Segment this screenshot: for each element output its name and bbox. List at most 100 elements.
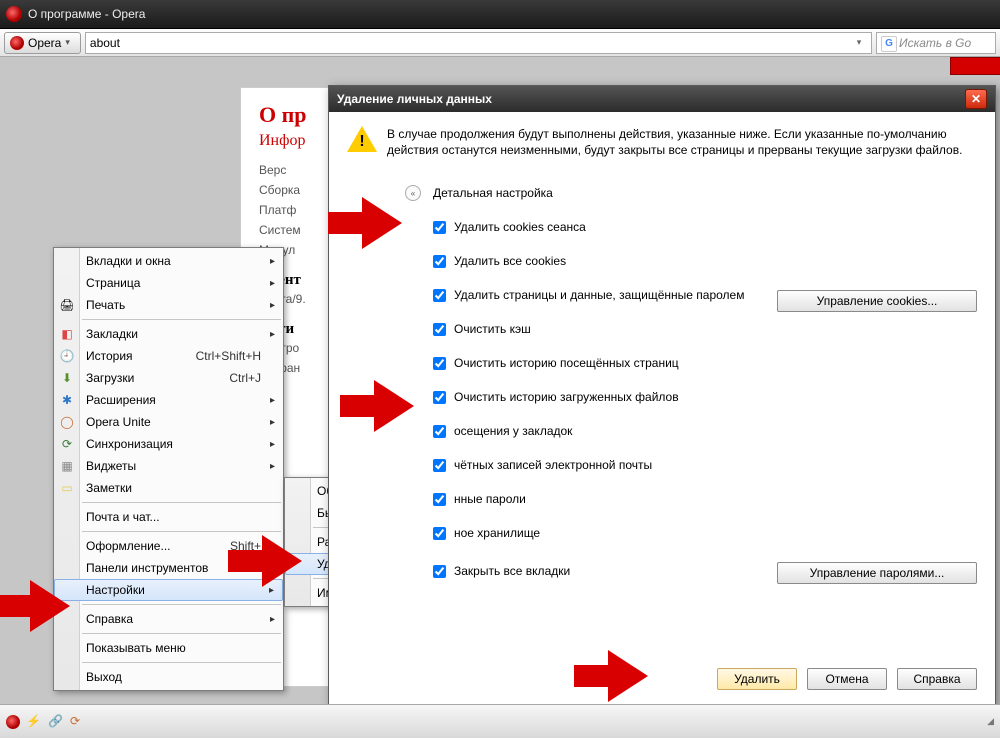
help-button[interactable]: Справка — [897, 668, 977, 690]
opera-main-menu: Вкладки и окна Страница 🖨Печать ◧ Закладки 🕘И… — [53, 247, 284, 691]
option-checkbox[interactable] — [433, 527, 446, 540]
menu-item-hotkey: Ctrl+Shift+H — [196, 349, 261, 363]
dialog-option-row: осещения у закладок — [433, 414, 977, 448]
chevron-down-icon: ▾ — [65, 37, 70, 48]
menu-item-label: Панели инструментов — [86, 561, 208, 575]
menu-item-label: Opera Unite — [86, 415, 151, 429]
option-label: чётных записей электронной почты — [454, 458, 652, 472]
turbo-icon[interactable]: ⚡ — [26, 714, 42, 730]
menu-item-icon: ▦ — [59, 458, 75, 474]
menu-item-opera-unite[interactable]: ◯ Opera Unite — [54, 411, 283, 433]
dialog-option-row: Удалить cookies сеанса — [433, 210, 977, 244]
menu-item-выход[interactable]: Выход — [54, 666, 283, 688]
menu-separator — [82, 662, 281, 663]
dialog-titlebar: Удаление личных данных ✕ — [329, 86, 995, 112]
opera-logo-icon — [6, 6, 22, 22]
menu-item-закладки[interactable]: ◧ Закладки — [54, 323, 283, 345]
option-checkbox[interactable] — [433, 425, 446, 438]
address-dropdown-icon[interactable]: ▾ — [851, 37, 867, 48]
menu-item-показывать-меню[interactable]: Показывать меню — [54, 637, 283, 659]
browser-toolbar: Opera ▾ about ▾ Искать в Go — [0, 29, 1000, 57]
detail-label: Детальная настройка — [433, 186, 553, 200]
option-label: Очистить историю посещённых страниц — [454, 356, 679, 370]
speed-dial-tab[interactable] — [950, 57, 1000, 75]
button-label: Управление cookies... — [817, 294, 938, 308]
option-label: Удалить cookies сеанса — [454, 220, 586, 234]
detail-settings-toggle[interactable]: « Детальная настройка — [405, 176, 977, 210]
menu-separator — [82, 531, 281, 532]
dialog-option-row: Удалить все cookies — [433, 244, 977, 278]
menu-item-расширения[interactable]: ✱ Расширения — [54, 389, 283, 411]
menu-item-виджеты[interactable]: ▦ Виджеты — [54, 455, 283, 477]
delete-private-data-dialog: Удаление личных данных ✕ В случае продол… — [328, 85, 996, 707]
menu-item-label: Настройки — [86, 583, 145, 597]
option-label: Очистить кэш — [454, 322, 531, 336]
cancel-button[interactable]: Отмена — [807, 668, 887, 690]
dialog-button-row: Удалить Отмена Справка — [717, 668, 977, 690]
option-checkbox[interactable] — [433, 391, 446, 404]
option-checkbox[interactable] — [433, 323, 446, 336]
menu-item-label: Закладки — [86, 327, 138, 341]
manage-passwords-button[interactable]: Управление паролями... — [777, 562, 977, 584]
menu-separator — [82, 604, 281, 605]
option-label: Очистить историю загруженных файлов — [454, 390, 679, 404]
menu-separator — [82, 502, 281, 503]
option-checkbox[interactable] — [433, 493, 446, 506]
delete-button[interactable]: Удалить — [717, 668, 797, 690]
menu-item-почта-и-чат-[interactable]: Почта и чат... — [54, 506, 283, 528]
menu-item-история[interactable]: 🕘ИсторияCtrl+Shift+H — [54, 345, 283, 367]
option-label: Удалить страницы и данные, защищённые па… — [454, 288, 744, 302]
menu-item-icon: ◧ — [59, 326, 75, 342]
dialog-option-row: ное хранилище — [433, 516, 977, 550]
window-title: О программе - Opera — [28, 7, 145, 21]
address-bar[interactable]: about ▾ — [85, 32, 872, 54]
menu-item-icon: 🖨 — [59, 297, 75, 313]
search-placeholder: Искать в Go — [899, 36, 971, 50]
button-label: Справка — [913, 672, 960, 686]
menu-item-загрузки[interactable]: ⬇ Загрузки Ctrl+J — [54, 367, 283, 389]
opera-menu-label: Opera — [28, 36, 61, 50]
opera-menu-button[interactable]: Opera ▾ — [4, 32, 81, 54]
menu-item-label: Справка — [86, 612, 133, 626]
menu-item-label: Загрузки — [86, 371, 134, 385]
opera-logo-icon — [6, 715, 20, 729]
option-checkbox[interactable] — [433, 255, 446, 268]
option-checkbox[interactable] — [433, 565, 446, 578]
option-checkbox[interactable] — [433, 459, 446, 472]
window-titlebar: О программе - Opera — [0, 0, 1000, 29]
option-checkbox[interactable] — [433, 289, 446, 302]
menu-item-label: Оформление... — [86, 539, 171, 553]
menu-item-label: Виджеты — [86, 459, 136, 473]
menu-item-настройки[interactable]: Настройки — [54, 579, 283, 601]
opera-logo-icon — [10, 36, 24, 50]
menu-separator — [82, 319, 281, 320]
menu-item-справка[interactable]: Справка — [54, 608, 283, 630]
menu-item-label: Страница — [86, 276, 140, 290]
close-icon: ✕ — [971, 92, 981, 106]
menu-item-icon: ▭ — [59, 480, 75, 496]
menu-item-icon: ◯ — [59, 414, 75, 430]
button-label: Управление паролями... — [810, 566, 945, 580]
menu-item-страница[interactable]: Страница — [54, 272, 283, 294]
link-icon[interactable]: 🔗 — [48, 714, 64, 730]
menu-item-icon: ⬇ — [59, 370, 75, 386]
manage-cookies-button[interactable]: Управление cookies... — [777, 290, 977, 312]
menu-item-заметки[interactable]: ▭Заметки — [54, 477, 283, 499]
option-checkbox[interactable] — [433, 221, 446, 234]
menu-item-label: Вкладки и окна — [86, 254, 171, 268]
dialog-option-row: чётных записей электронной почты — [433, 448, 977, 482]
option-checkbox[interactable] — [433, 357, 446, 370]
menu-item-icon: ✱ — [59, 392, 75, 408]
google-icon — [881, 36, 895, 50]
menu-item-hotkey: Ctrl+J — [229, 371, 261, 385]
dialog-option-row: Очистить историю загруженных файлов — [433, 380, 977, 414]
menu-item-синхронизация[interactable]: ⟳Синхронизация — [54, 433, 283, 455]
menu-item-печать[interactable]: 🖨Печать — [54, 294, 283, 316]
collapse-icon: « — [405, 185, 421, 201]
search-box[interactable]: Искать в Go — [876, 32, 996, 54]
menu-item-вкладки-и-окна[interactable]: Вкладки и окна — [54, 250, 283, 272]
sync-icon[interactable]: ⟳ — [70, 714, 86, 730]
dialog-option-row: Очистить кэш — [433, 312, 977, 346]
menu-item-label: Расширения — [86, 393, 156, 407]
dialog-close-button[interactable]: ✕ — [965, 89, 987, 109]
